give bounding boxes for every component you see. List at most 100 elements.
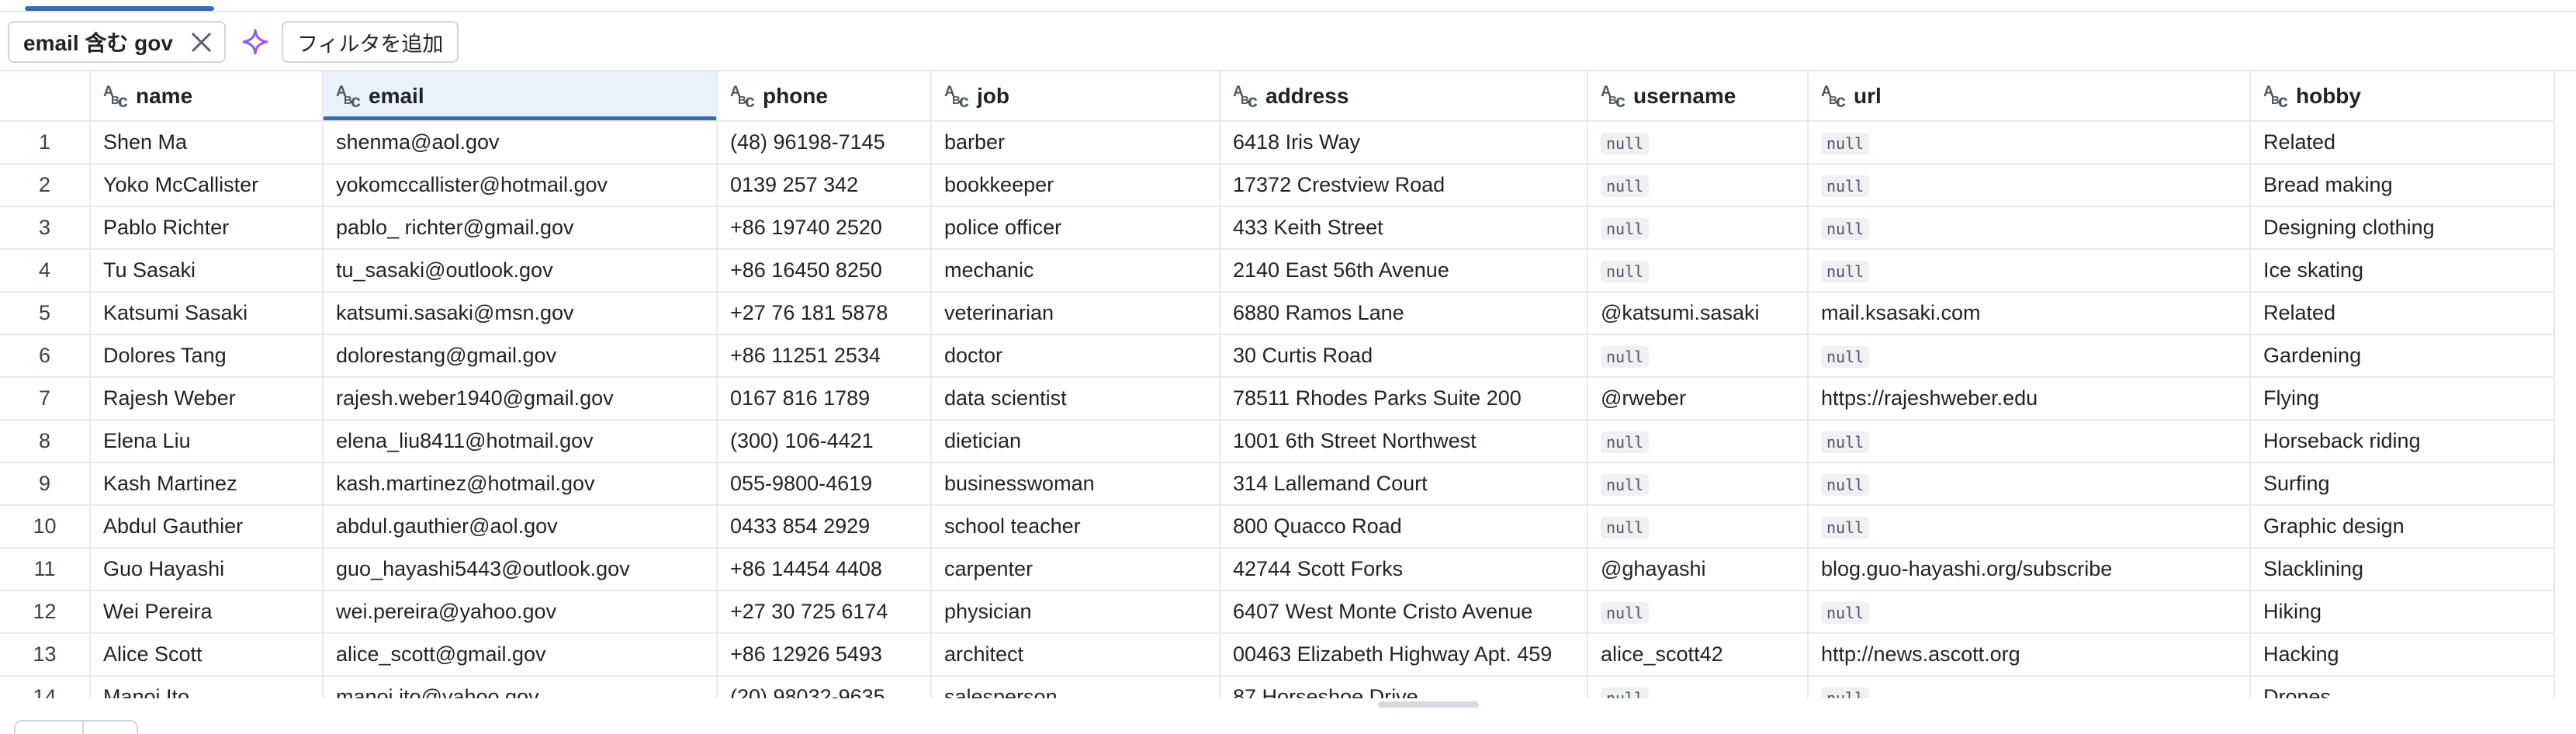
- filter-chip[interactable]: email 含む gov: [8, 21, 226, 63]
- cell-job[interactable]: mechanic: [931, 249, 1220, 293]
- cell-username[interactable]: @rweber: [1587, 377, 1809, 421]
- cell-job[interactable]: barber: [931, 121, 1220, 164]
- cell-email[interactable]: wei.pereira@yahoo.gov: [323, 590, 718, 634]
- cell-job[interactable]: bookkeeper: [931, 164, 1220, 207]
- cell-phone[interactable]: 0433 854 2929: [717, 505, 932, 549]
- cell-address[interactable]: 78511 Rhodes Parks Suite 200: [1220, 377, 1588, 421]
- cell-name[interactable]: Elena Liu: [90, 420, 324, 463]
- cell-email[interactable]: guo_hayashi5443@outlook.gov: [323, 548, 718, 591]
- cell-address[interactable]: 42744 Scott Forks: [1220, 548, 1588, 591]
- cell-address[interactable]: 433 Keith Street: [1220, 206, 1588, 250]
- cell-phone[interactable]: 0167 816 1789: [717, 377, 932, 421]
- cell-name[interactable]: Abdul Gauthier: [90, 505, 324, 549]
- cell-username[interactable]: null: [1587, 121, 1809, 164]
- cell-job[interactable]: architect: [931, 633, 1220, 677]
- cell-username[interactable]: alice_scott42: [1587, 633, 1809, 677]
- add-filter-button[interactable]: フィルタを追加: [281, 21, 459, 63]
- cell-phone[interactable]: +86 14454 4408: [717, 548, 932, 591]
- cell-phone[interactable]: (48) 96198-7145: [717, 121, 932, 164]
- cell-hobby[interactable]: Related: [2250, 292, 2555, 335]
- cell-name[interactable]: Guo Hayashi: [90, 548, 324, 591]
- table-row[interactable]: 2 Yoko McCallister yokomccallister@hotmail…: [0, 164, 2555, 207]
- cell-hobby[interactable]: Flying: [2250, 377, 2555, 421]
- table-row[interactable]: 11 Guo Hayashi guo_hayashi5443@outlook.gov…: [0, 548, 2555, 591]
- page-next-button[interactable]: [84, 720, 138, 734]
- cell-email[interactable]: alice_scott@gmail.gov: [323, 633, 718, 677]
- cell-username[interactable]: null: [1587, 334, 1809, 378]
- cell-job[interactable]: police officer: [931, 206, 1220, 250]
- cell-username[interactable]: null: [1587, 676, 1809, 698]
- cell-url[interactable]: null: [1808, 121, 2251, 164]
- cell-url[interactable]: null: [1808, 420, 2251, 463]
- cell-username[interactable]: null: [1587, 590, 1809, 634]
- cell-name[interactable]: Dolores Tang: [90, 334, 324, 378]
- cell-username[interactable]: null: [1587, 206, 1809, 250]
- page-prev-button[interactable]: [14, 720, 84, 734]
- cell-job[interactable]: dietician: [931, 420, 1220, 463]
- cell-name[interactable]: Shen Ma: [90, 121, 324, 164]
- cell-address[interactable]: 00463 Elizabeth Highway Apt. 459: [1220, 633, 1588, 677]
- column-header-name[interactable]: A Bc name: [90, 71, 324, 122]
- cell-url[interactable]: null: [1808, 249, 2251, 293]
- cell-url[interactable]: http://news.ascott.org: [1808, 633, 2251, 677]
- table-row[interactable]: 9 Kash Martinez kash.martinez@hotmail.gov 0…: [0, 462, 2555, 506]
- cell-name[interactable]: Yoko McCallister: [90, 164, 324, 207]
- column-header-job[interactable]: A Bc job: [931, 71, 1220, 122]
- cell-phone[interactable]: 0139 257 342: [717, 164, 932, 207]
- table-row[interactable]: 13 Alice Scott alice_scott@gmail.gov +86 12…: [0, 633, 2555, 677]
- cell-url[interactable]: null: [1808, 505, 2251, 549]
- column-header-hobby[interactable]: A Bc hobby: [2250, 71, 2555, 122]
- cell-address[interactable]: 6407 West Monte Cristo Avenue: [1220, 590, 1588, 634]
- column-header-url[interactable]: A Bc url: [1808, 71, 2251, 122]
- cell-hobby[interactable]: Bread making: [2250, 164, 2555, 207]
- cell-job[interactable]: data scientist: [931, 377, 1220, 421]
- cell-name[interactable]: Kash Martinez: [90, 462, 324, 506]
- table-row[interactable]: 5 Katsumi Sasaki katsumi.sasaki@msn.gov +27…: [0, 292, 2555, 335]
- cell-hobby[interactable]: Slacklining: [2250, 548, 2555, 591]
- cell-email[interactable]: elena_liu8411@hotmail.gov: [323, 420, 718, 463]
- cell-name[interactable]: Wei Pereira: [90, 590, 324, 634]
- column-header-address[interactable]: A Bc address: [1220, 71, 1588, 122]
- cell-job[interactable]: doctor: [931, 334, 1220, 378]
- cell-email[interactable]: shenma@aol.gov: [323, 121, 718, 164]
- cell-username[interactable]: null: [1587, 505, 1809, 549]
- cell-phone[interactable]: +86 12926 5493: [717, 633, 932, 677]
- table-row[interactable]: 12 Wei Pereira wei.pereira@yahoo.gov +27 30…: [0, 590, 2555, 634]
- cell-job[interactable]: physician: [931, 590, 1220, 634]
- table-row[interactable]: 4 Tu Sasaki tu_sasaki@outlook.gov +86 16450…: [0, 249, 2555, 293]
- column-header-username[interactable]: A Bc username: [1587, 71, 1809, 122]
- cell-hobby[interactable]: Horseback riding: [2250, 420, 2555, 463]
- cell-email[interactable]: abdul.gauthier@aol.gov: [323, 505, 718, 549]
- cell-phone[interactable]: (20) 98032-9635: [717, 676, 932, 698]
- cell-name[interactable]: Tu Sasaki: [90, 249, 324, 293]
- column-header-email[interactable]: A Bc email: [323, 71, 718, 122]
- cell-hobby[interactable]: Drones: [2250, 676, 2555, 698]
- cell-name[interactable]: Manoj Ito: [90, 676, 324, 698]
- cell-email[interactable]: pablo_ richter@gmail.gov: [323, 206, 718, 250]
- cell-phone[interactable]: +27 30 725 6174: [717, 590, 932, 634]
- cell-address[interactable]: 6880 Ramos Lane: [1220, 292, 1588, 335]
- cell-phone[interactable]: +86 16450 8250: [717, 249, 932, 293]
- table-row[interactable]: 14 Manoj Ito manoj.ito@yahoo.gov (20) 98032…: [0, 676, 2555, 698]
- cell-url[interactable]: mail.ksasaki.com: [1808, 292, 2251, 335]
- cell-email[interactable]: tu_sasaki@outlook.gov: [323, 249, 718, 293]
- cell-phone[interactable]: 055-9800-4619: [717, 462, 932, 506]
- horizontal-scrollbar[interactable]: [1378, 701, 1479, 708]
- cell-job[interactable]: businesswoman: [931, 462, 1220, 506]
- cell-hobby[interactable]: Gardening: [2250, 334, 2555, 378]
- cell-url[interactable]: blog.guo-hayashi.org/subscribe: [1808, 548, 2251, 591]
- cell-hobby[interactable]: Surfing: [2250, 462, 2555, 506]
- cell-username[interactable]: @katsumi.sasaki: [1587, 292, 1809, 335]
- table-row[interactable]: 7 Rajesh Weber rajesh.weber1940@gmail.gov 0…: [0, 377, 2555, 421]
- cell-hobby[interactable]: Hiking: [2250, 590, 2555, 634]
- table-row[interactable]: 1 Shen Ma shenma@aol.gov (48) 96198-7145 bar…: [0, 121, 2555, 164]
- cell-address[interactable]: 30 Curtis Road: [1220, 334, 1588, 378]
- cell-job[interactable]: school teacher: [931, 505, 1220, 549]
- table-row[interactable]: 3 Pablo Richter pablo_ richter@gmail.gov +8…: [0, 206, 2555, 250]
- cell-hobby[interactable]: Related: [2250, 121, 2555, 164]
- cell-job[interactable]: carpenter: [931, 548, 1220, 591]
- table-row[interactable]: 6 Dolores Tang dolorestang@gmail.gov +86 11…: [0, 334, 2555, 378]
- cell-job[interactable]: salesperson: [931, 676, 1220, 698]
- cell-address[interactable]: 17372 Crestview Road: [1220, 164, 1588, 207]
- cell-name[interactable]: Alice Scott: [90, 633, 324, 677]
